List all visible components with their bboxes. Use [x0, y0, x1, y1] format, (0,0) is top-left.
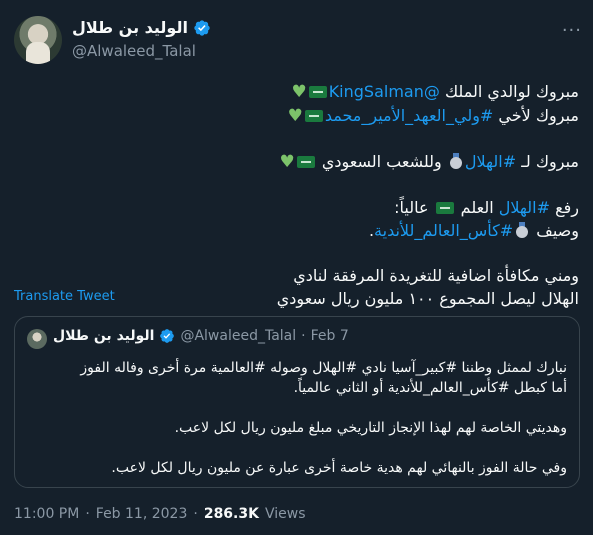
quoted-date: Feb 7 — [310, 328, 349, 344]
tweet-date[interactable]: Feb 11, 2023 — [96, 506, 188, 522]
hashtag-link[interactable]: #الهلال — [499, 198, 550, 217]
tweet-text: العلم — [455, 198, 499, 217]
quoted-line: أما كبطل #كأس_العالم_للأندية أو الثاني ع… — [293, 380, 567, 396]
verified-badge-icon — [160, 329, 175, 343]
saudi-flag-icon — [435, 202, 454, 214]
green-heart-icon: ♥ — [279, 152, 295, 172]
author-avatar[interactable] — [14, 16, 62, 64]
quoted-tweet[interactable]: الوليد بن طلال @Alwaleed_Talal · Feb 7 ن… — [14, 316, 580, 488]
tweet-header: الوليد بن طلال @Alwaleed_Talal ··· — [14, 14, 584, 64]
green-heart-icon: ♥ — [287, 106, 303, 126]
tweet-line: ومني مكافأة اضافية للتغريدة المرفقة لناد… — [293, 266, 579, 285]
tweet-text: وصيف — [531, 221, 579, 240]
tweet-line: مبروك لوالدي الملك @KingSalman ♥ — [19, 80, 579, 104]
hashtag-link[interactable]: #كأس_العالم_للأندية — [374, 221, 513, 240]
tweet-footer: 11:00 PM · Feb 11, 2023 · 286.3K Views — [14, 506, 306, 522]
saudi-flag-icon — [304, 110, 323, 122]
silver-medal-icon — [515, 222, 529, 238]
author-names: الوليد بن طلال @Alwaleed_Talal — [72, 18, 211, 60]
quoted-tweet-header: الوليد بن طلال @Alwaleed_Talal · Feb 7 — [53, 328, 349, 344]
tweet-text: مبروك لوالدي الملك — [439, 82, 579, 101]
quoted-line: وفي حالة الفوز بالنهائي لهم هدية خاصة أخ… — [111, 460, 567, 476]
green-heart-icon: ♥ — [291, 82, 307, 102]
author-name-row: الوليد بن طلال — [72, 18, 211, 37]
author-display-name[interactable]: الوليد بن طلال — [72, 18, 188, 37]
separator-dot: · — [301, 328, 306, 344]
tweet-text: عالياً: — [394, 198, 434, 217]
quoted-author-name: الوليد بن طلال — [53, 328, 155, 344]
tweet-text: وللشعب السعودي — [316, 152, 447, 171]
hashtag-link[interactable]: #الهلال — [465, 152, 516, 171]
separator-dot: · — [85, 506, 90, 522]
silver-medal-icon — [449, 153, 463, 169]
tweet-line: مبروك لأخي #ولي_العهد_الأمير_محمد ♥ — [19, 104, 579, 128]
quoted-author-avatar — [27, 329, 47, 349]
quoted-line: وهديتي الخاصة لهم لهذا الإنجاز التاريخي … — [174, 420, 567, 436]
tweet-line: وصيف #كأس_العالم_للأندية. — [19, 219, 579, 242]
separator-dot: · — [193, 506, 198, 522]
saudi-flag-icon — [308, 86, 327, 98]
tweet-line: مبروك لـ #الهلال وللشعب السعودي ♥ — [19, 150, 580, 174]
tweet-line: رفع #الهلال العلم عالياً: — [19, 196, 579, 219]
views-count: 286.3K — [203, 506, 259, 522]
hashtag-link[interactable]: #ولي_العهد_الأمير_محمد — [325, 106, 494, 125]
quoted-tweet-body: نبارك لممثل وطننا #كبير_آسيا نادي #الهلا… — [27, 358, 567, 478]
tweet-time[interactable]: 11:00 PM — [14, 506, 79, 522]
saudi-flag-icon — [296, 156, 315, 168]
translate-tweet-link[interactable]: Translate Tweet — [14, 289, 115, 304]
tweet-text: رفع — [550, 198, 579, 217]
quoted-author-handle: @Alwaleed_Talal — [180, 328, 297, 344]
tweet-text: مبروك لـ — [516, 152, 579, 171]
tweet-text: مبروك لأخي — [493, 106, 579, 125]
views-label: Views — [264, 506, 306, 522]
author-handle[interactable]: @Alwaleed_Talal — [72, 42, 211, 60]
more-options-icon[interactable]: ··· — [562, 20, 582, 41]
verified-badge-icon — [194, 19, 210, 36]
tweet-body: مبروك لوالدي الملك @KingSalman ♥ مبروك لأ… — [19, 80, 579, 310]
quoted-line: نبارك لممثل وطننا #كبير_آسيا نادي #الهلا… — [80, 360, 567, 376]
mention-link[interactable]: @KingSalman — [329, 82, 440, 101]
